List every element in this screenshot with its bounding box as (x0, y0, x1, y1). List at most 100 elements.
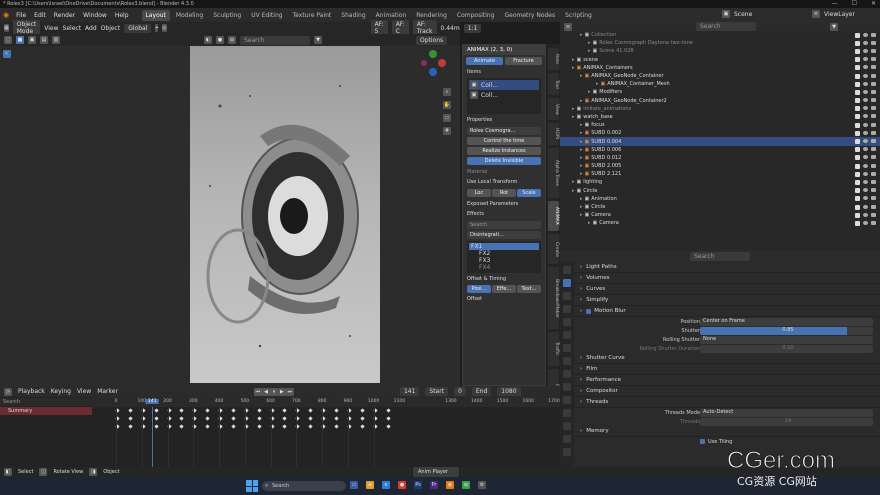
sidebar-tab-alpha-trees[interactable]: Alpha Trees (548, 148, 559, 198)
outliner-row[interactable]: ▸ ▣ Circle (560, 187, 880, 195)
eye-icon[interactable] (863, 106, 868, 111)
world-icon[interactable] (563, 331, 571, 339)
keyframe[interactable] (154, 416, 159, 421)
texture-icon[interactable] (563, 448, 571, 456)
camera-icon[interactable] (871, 122, 876, 127)
keyframe-area[interactable] (92, 407, 560, 467)
camera-icon[interactable] (871, 212, 876, 217)
anim-player-button[interactable]: Anim Player (413, 467, 459, 477)
expand-arrow-icon[interactable]: ▸ (580, 204, 583, 210)
keyframe[interactable] (334, 408, 339, 413)
material-icon[interactable] (563, 435, 571, 443)
outliner-row[interactable]: ▸ ▣ Animation (560, 195, 880, 203)
timeline-search[interactable]: Search (0, 398, 92, 406)
text-tab[interactable]: Text... (517, 285, 541, 293)
checkbox-icon[interactable] (855, 73, 860, 79)
eye-icon[interactable] (863, 220, 868, 225)
shading-solid-icon[interactable]: ● (216, 36, 224, 44)
outliner-row[interactable]: ▸ ▣ Collection (560, 31, 880, 39)
minimize-icon[interactable]: — (832, 0, 838, 7)
outliner-type-icon[interactable]: ≡ (564, 22, 572, 31)
keyframe[interactable] (179, 424, 185, 429)
eye-icon[interactable] (863, 171, 868, 176)
eye-icon[interactable] (863, 73, 868, 78)
eye-icon[interactable] (863, 32, 868, 37)
view-layer-name[interactable]: ViewLayer (824, 11, 855, 18)
realize-instances-button[interactable]: Realize Instances (467, 147, 541, 155)
panel-shutter-curve[interactable]: › Shutter Curve (560, 353, 880, 364)
list-item[interactable]: FX4 (469, 264, 539, 271)
list-item[interactable]: ▣ Coll... (469, 90, 539, 100)
checkbox-icon[interactable] (855, 220, 860, 226)
effect-select[interactable]: Disintegrati... (467, 231, 541, 239)
camera-icon[interactable] (871, 130, 876, 135)
outliner-row[interactable]: ▸ ▣ SUBD 0.002 (560, 129, 880, 137)
camera-icon[interactable] (871, 73, 876, 78)
jump-start-icon[interactable]: ⏮ (253, 387, 262, 396)
eye-icon[interactable] (863, 48, 868, 53)
checkbox-icon[interactable] (586, 308, 592, 314)
expand-arrow-icon[interactable]: ▸ (572, 57, 575, 63)
camera-view-icon[interactable]: ▭ (443, 114, 451, 122)
render-icon[interactable] (563, 279, 571, 287)
scale-toggle[interactable]: Scale (517, 189, 541, 197)
viewport-search[interactable]: Search (240, 35, 310, 45)
camera-icon[interactable] (871, 155, 876, 160)
scene-selector[interactable]: ▣ Scene (722, 10, 752, 18)
expand-arrow-icon[interactable]: ▸ (580, 122, 583, 128)
checkbox-icon[interactable] (855, 139, 860, 145)
sidebar-tab-create[interactable]: Create (548, 234, 559, 264)
list-item[interactable]: FX1 (469, 243, 539, 250)
panel-threads[interactable]: › Threads (560, 397, 880, 408)
sidebar-tab-item[interactable]: Item (548, 48, 559, 70)
keyframe[interactable] (231, 408, 236, 413)
eye-icon[interactable] (863, 212, 868, 217)
eye-icon[interactable] (863, 179, 868, 184)
camera-icon[interactable] (871, 32, 876, 37)
camera-icon[interactable] (871, 179, 876, 184)
camera-icon[interactable] (871, 147, 876, 152)
blender-logo-icon[interactable]: ◉ (3, 11, 9, 19)
expand-arrow-icon[interactable]: ▸ (580, 155, 583, 161)
close-icon[interactable]: ✕ (871, 0, 876, 7)
expand-arrow-icon[interactable]: ▸ (580, 147, 583, 153)
checkbox-icon[interactable] (855, 98, 860, 104)
zoom-icon[interactable]: ⌕ (443, 88, 451, 96)
jump-end-icon[interactable]: ⏭ (285, 387, 294, 396)
sidebar-tab-traffic[interactable]: Traffic (548, 332, 559, 366)
keyframe[interactable] (205, 408, 210, 413)
keyframe[interactable] (385, 408, 391, 413)
select-menu[interactable]: Select (63, 25, 82, 32)
end-frame-field[interactable]: 1080 (497, 387, 521, 396)
animate-tab[interactable]: Animate (466, 57, 503, 65)
keyframe[interactable] (334, 424, 339, 429)
items-header[interactable]: Items (463, 67, 545, 77)
orientation-select[interactable]: Global (124, 23, 152, 33)
outliner-row[interactable]: ▸ ▣ ANIMAX_Container_Mesh (560, 80, 880, 88)
eye-icon[interactable] (863, 155, 868, 160)
camera-icon[interactable] (871, 65, 876, 70)
loc-toggle[interactable]: Loc (467, 189, 491, 197)
camera-icon[interactable] (871, 81, 876, 86)
sidebar-tab-animax[interactable]: ANIMAX (548, 201, 559, 231)
control-time-button[interactable]: Control the time (467, 137, 541, 145)
field-value[interactable]: 14 (700, 417, 873, 426)
maximize-icon[interactable]: ☐ (852, 0, 857, 7)
eye-icon[interactable] (863, 139, 868, 144)
grid-icon[interactable]: # (443, 127, 451, 135)
keyframe[interactable] (282, 408, 288, 413)
frame-ruler[interactable]: 0 100 141 200 300 400 500 600 700 800 900 1000 1100 1… (92, 397, 560, 407)
expand-arrow-icon[interactable]: ▸ (580, 196, 583, 202)
pan-hand-icon[interactable]: ✋ (443, 101, 451, 109)
workspace-tab-compositing[interactable]: Compositing (453, 10, 499, 21)
eye-icon[interactable] (863, 65, 868, 70)
camera-icon[interactable] (871, 114, 876, 119)
eye-icon[interactable] (863, 40, 868, 45)
keyframe[interactable] (257, 416, 262, 421)
checkbox-icon[interactable] (855, 163, 860, 169)
editor-type-icon[interactable]: ▦ (4, 24, 9, 32)
expand-arrow-icon[interactable]: ▸ (572, 65, 575, 71)
options-button[interactable]: Options (416, 35, 448, 45)
keyframe[interactable] (385, 424, 391, 429)
keyframe[interactable] (385, 416, 391, 421)
